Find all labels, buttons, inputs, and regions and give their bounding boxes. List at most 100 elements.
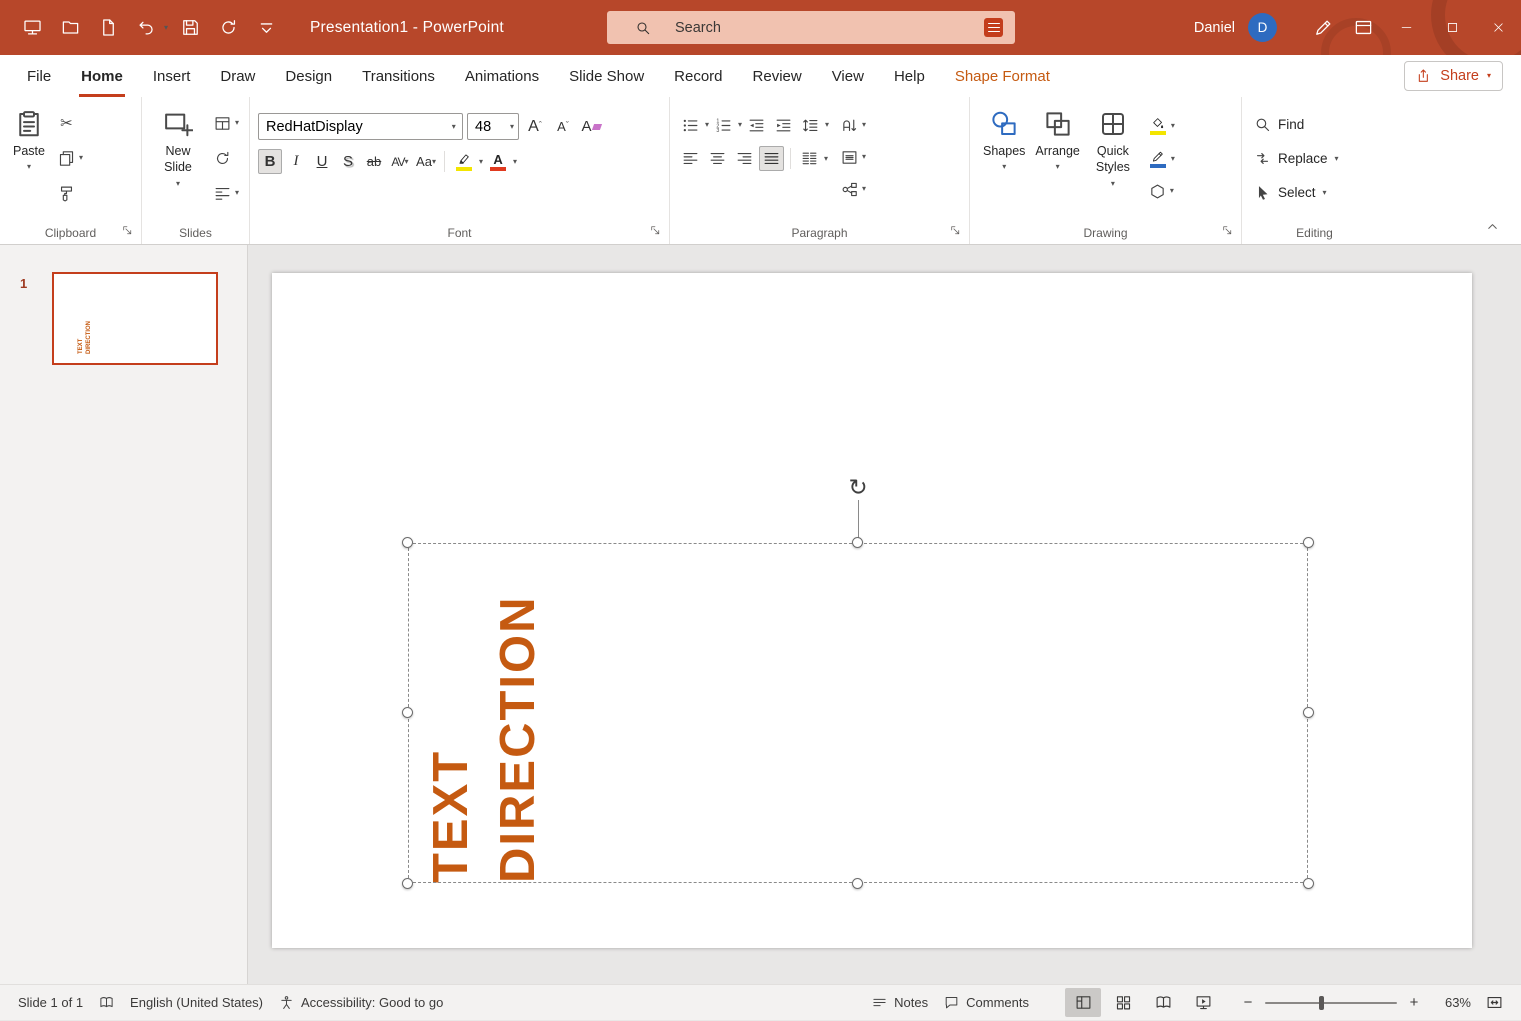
chevron-down-icon[interactable]: ▾ bbox=[825, 121, 829, 129]
resize-handle-nw[interactable] bbox=[402, 537, 413, 548]
align-right-button[interactable] bbox=[732, 147, 757, 171]
resize-handle-ne[interactable] bbox=[1303, 537, 1314, 548]
format-painter-button[interactable] bbox=[54, 181, 79, 205]
shapes-button[interactable]: Shapes ▾ bbox=[978, 103, 1030, 173]
chevron-down-icon[interactable]: ▾ bbox=[862, 121, 866, 129]
increase-indent-button[interactable] bbox=[771, 113, 796, 137]
save-button[interactable] bbox=[174, 12, 206, 44]
ribbon-display-options-button[interactable] bbox=[1343, 0, 1383, 55]
tab-file[interactable]: File bbox=[12, 55, 66, 97]
font-size-input[interactable] bbox=[468, 119, 506, 135]
zoom-in-icon[interactable]: + bbox=[1407, 994, 1421, 1011]
underline-button[interactable]: U bbox=[310, 149, 334, 174]
tab-slide-show[interactable]: Slide Show bbox=[554, 55, 659, 97]
text-shadow-button[interactable]: S bbox=[336, 149, 360, 174]
tab-transitions[interactable]: Transitions bbox=[347, 55, 450, 97]
quick-styles-button[interactable]: Quick Styles ▾ bbox=[1085, 103, 1141, 190]
resize-handle-s[interactable] bbox=[852, 878, 863, 889]
start-from-beginning-button[interactable] bbox=[16, 12, 48, 44]
collapse-ribbon-button[interactable] bbox=[1485, 219, 1507, 237]
chevron-down-icon[interactable]: ▾ bbox=[513, 158, 517, 166]
language-indicator[interactable]: English (United States) bbox=[122, 985, 271, 1021]
zoom-level[interactable]: 63% bbox=[1431, 995, 1471, 1010]
comments-button[interactable]: Comments bbox=[936, 985, 1037, 1021]
resize-handle-se[interactable] bbox=[1303, 878, 1314, 889]
chevron-down-icon[interactable]: ▾ bbox=[862, 185, 866, 193]
new-file-button[interactable] bbox=[92, 12, 124, 44]
bullets-button[interactable] bbox=[678, 113, 703, 137]
slide-sorter-view-button[interactable] bbox=[1105, 988, 1141, 1017]
tab-help[interactable]: Help bbox=[879, 55, 940, 97]
slide-thumbnails-panel[interactable]: 1 TEXT DIRECTION bbox=[0, 245, 248, 984]
numbering-button[interactable] bbox=[711, 113, 736, 137]
slide-editor-area[interactable]: TEXT DIRECTION ↻ bbox=[248, 245, 1521, 984]
chevron-down-icon[interactable]: ▾ bbox=[1171, 122, 1175, 130]
close-button[interactable] bbox=[1475, 0, 1521, 55]
maximize-button[interactable] bbox=[1429, 0, 1475, 55]
tab-design[interactable]: Design bbox=[270, 55, 347, 97]
font-name-input[interactable] bbox=[259, 119, 446, 135]
clear-formatting-button[interactable]: A bbox=[579, 114, 603, 139]
chevron-down-icon[interactable]: ▾ bbox=[824, 155, 828, 163]
zoom-slider[interactable] bbox=[1265, 1002, 1397, 1004]
paste-button[interactable]: Paste ▾ bbox=[8, 103, 50, 173]
zoom-out-icon[interactable]: − bbox=[1241, 994, 1255, 1011]
chevron-down-icon[interactable]: ▾ bbox=[235, 189, 239, 197]
redo-button[interactable] bbox=[212, 12, 244, 44]
align-center-button[interactable] bbox=[705, 147, 730, 171]
user-name[interactable]: Daniel bbox=[1194, 20, 1235, 36]
tab-home[interactable]: Home bbox=[66, 55, 138, 97]
resize-handle-sw[interactable] bbox=[402, 878, 413, 889]
font-size-combobox[interactable]: ▾ bbox=[467, 113, 519, 140]
decrease-indent-button[interactable] bbox=[744, 113, 769, 137]
chevron-down-icon[interactable]: ▾ bbox=[862, 153, 866, 161]
chevron-down-icon[interactable]: ▾ bbox=[506, 114, 518, 139]
spell-check-button[interactable] bbox=[91, 985, 122, 1021]
italic-button[interactable]: I bbox=[284, 149, 308, 174]
text-highlight-color-button[interactable] bbox=[451, 149, 477, 174]
new-slide-button[interactable]: New Slide ▾ bbox=[150, 103, 206, 190]
strikethrough-button[interactable]: ab bbox=[362, 149, 386, 174]
replace-button[interactable]: Replace ▾ bbox=[1250, 145, 1343, 172]
shape-fill-button[interactable] bbox=[1145, 113, 1171, 138]
arrange-button[interactable]: Arrange ▾ bbox=[1030, 103, 1084, 173]
search-badge-icon[interactable] bbox=[984, 18, 1003, 37]
share-button[interactable]: Share ▾ bbox=[1404, 61, 1503, 91]
chevron-down-icon[interactable]: ▾ bbox=[479, 158, 483, 166]
notes-button[interactable]: Notes bbox=[864, 985, 936, 1021]
copy-button[interactable] bbox=[54, 146, 79, 170]
clipboard-dialog-launcher[interactable] bbox=[121, 224, 136, 239]
inking-button[interactable] bbox=[1303, 0, 1343, 55]
tab-review[interactable]: Review bbox=[738, 55, 817, 97]
undo-button[interactable] bbox=[130, 12, 162, 44]
normal-view-button[interactable] bbox=[1065, 988, 1101, 1017]
undo-dropdown-chevron-icon[interactable]: ▾ bbox=[164, 24, 168, 32]
character-spacing-button[interactable]: AV▾ bbox=[388, 149, 412, 174]
zoom-slider-thumb[interactable] bbox=[1319, 996, 1324, 1010]
open-file-button[interactable] bbox=[54, 12, 86, 44]
select-button[interactable]: Select ▾ bbox=[1250, 179, 1343, 206]
chevron-down-icon[interactable]: ▾ bbox=[1171, 155, 1175, 163]
rotate-handle[interactable]: ↻ bbox=[846, 476, 870, 500]
align-left-button[interactable] bbox=[678, 147, 703, 171]
slideshow-view-button[interactable] bbox=[1185, 988, 1221, 1017]
font-dialog-launcher[interactable] bbox=[649, 224, 664, 239]
tab-shape-format[interactable]: Shape Format bbox=[940, 55, 1065, 97]
bold-button[interactable]: B bbox=[258, 149, 282, 174]
font-color-button[interactable]: A bbox=[485, 149, 511, 174]
resize-handle-e[interactable] bbox=[1303, 707, 1314, 718]
tab-animations[interactable]: Animations bbox=[450, 55, 554, 97]
shape-outline-button[interactable] bbox=[1145, 146, 1171, 171]
shape-effects-button[interactable] bbox=[1145, 179, 1170, 203]
tab-draw[interactable]: Draw bbox=[205, 55, 270, 97]
convert-to-smartart-button[interactable] bbox=[837, 177, 862, 201]
search-input[interactable] bbox=[673, 19, 984, 37]
drawing-dialog-launcher[interactable] bbox=[1221, 224, 1236, 239]
search-box[interactable] bbox=[607, 11, 1015, 44]
tab-insert[interactable]: Insert bbox=[138, 55, 206, 97]
chevron-down-icon[interactable]: ▾ bbox=[1170, 187, 1174, 195]
change-case-button[interactable]: Aa▾ bbox=[414, 149, 438, 174]
reset-slide-button[interactable] bbox=[210, 146, 235, 170]
decrease-font-size-button[interactable]: Aˇ bbox=[551, 114, 575, 139]
accessibility-checker[interactable]: Accessibility: Good to go bbox=[271, 985, 451, 1021]
